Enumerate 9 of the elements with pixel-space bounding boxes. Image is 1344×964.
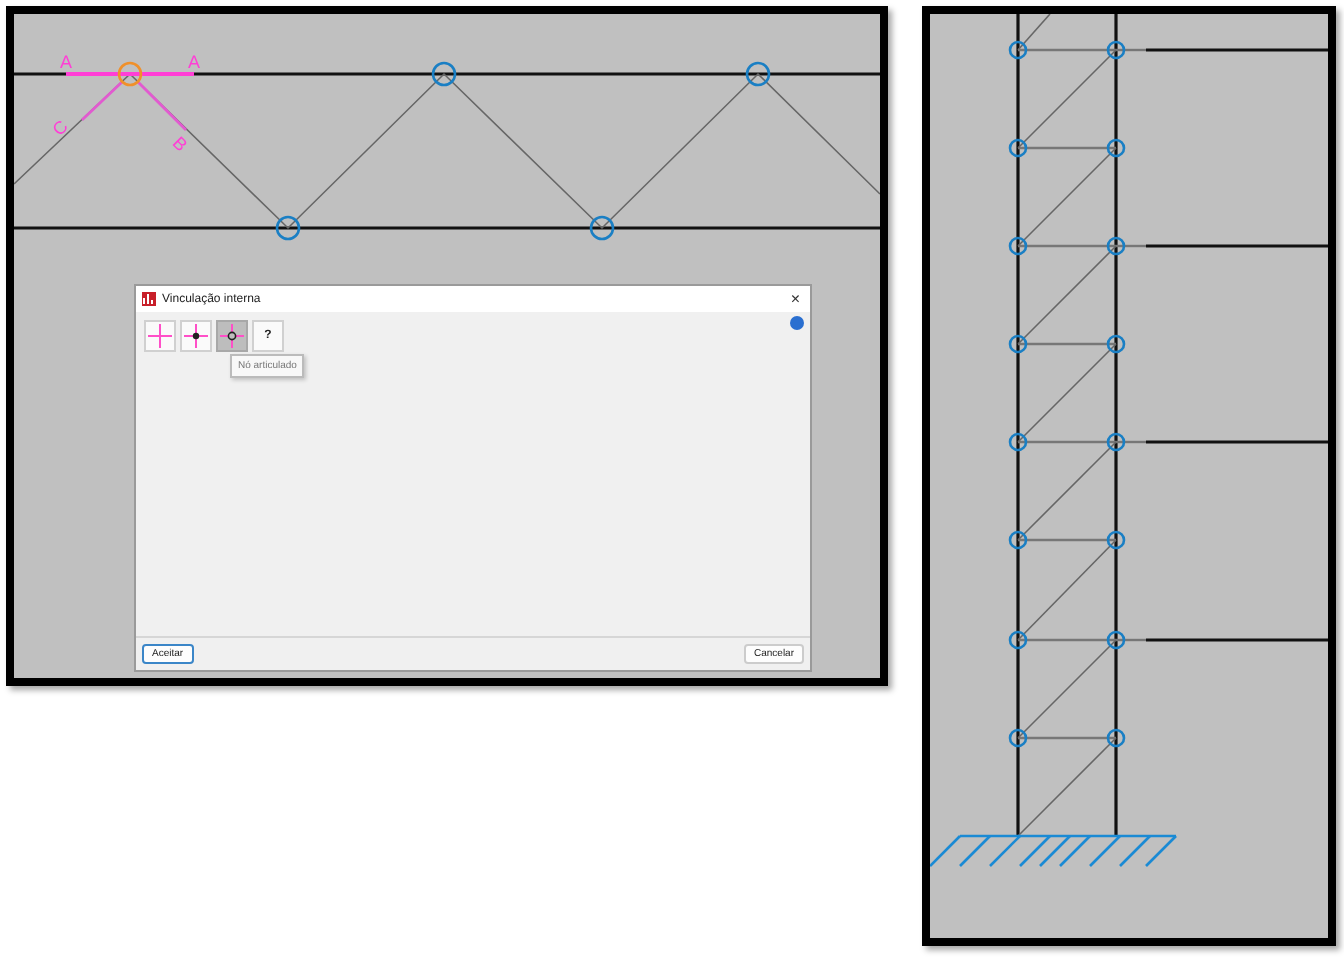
member-label: B <box>168 132 192 156</box>
close-button[interactable]: × <box>786 290 804 308</box>
member-label: A <box>60 52 72 72</box>
member-label: A <box>188 52 200 72</box>
joint-tool-button[interactable] <box>180 320 212 352</box>
fixed-support-icon <box>930 834 1177 867</box>
help-icon[interactable] <box>790 316 804 330</box>
member-label: C <box>48 116 72 140</box>
app-icon <box>142 292 156 306</box>
